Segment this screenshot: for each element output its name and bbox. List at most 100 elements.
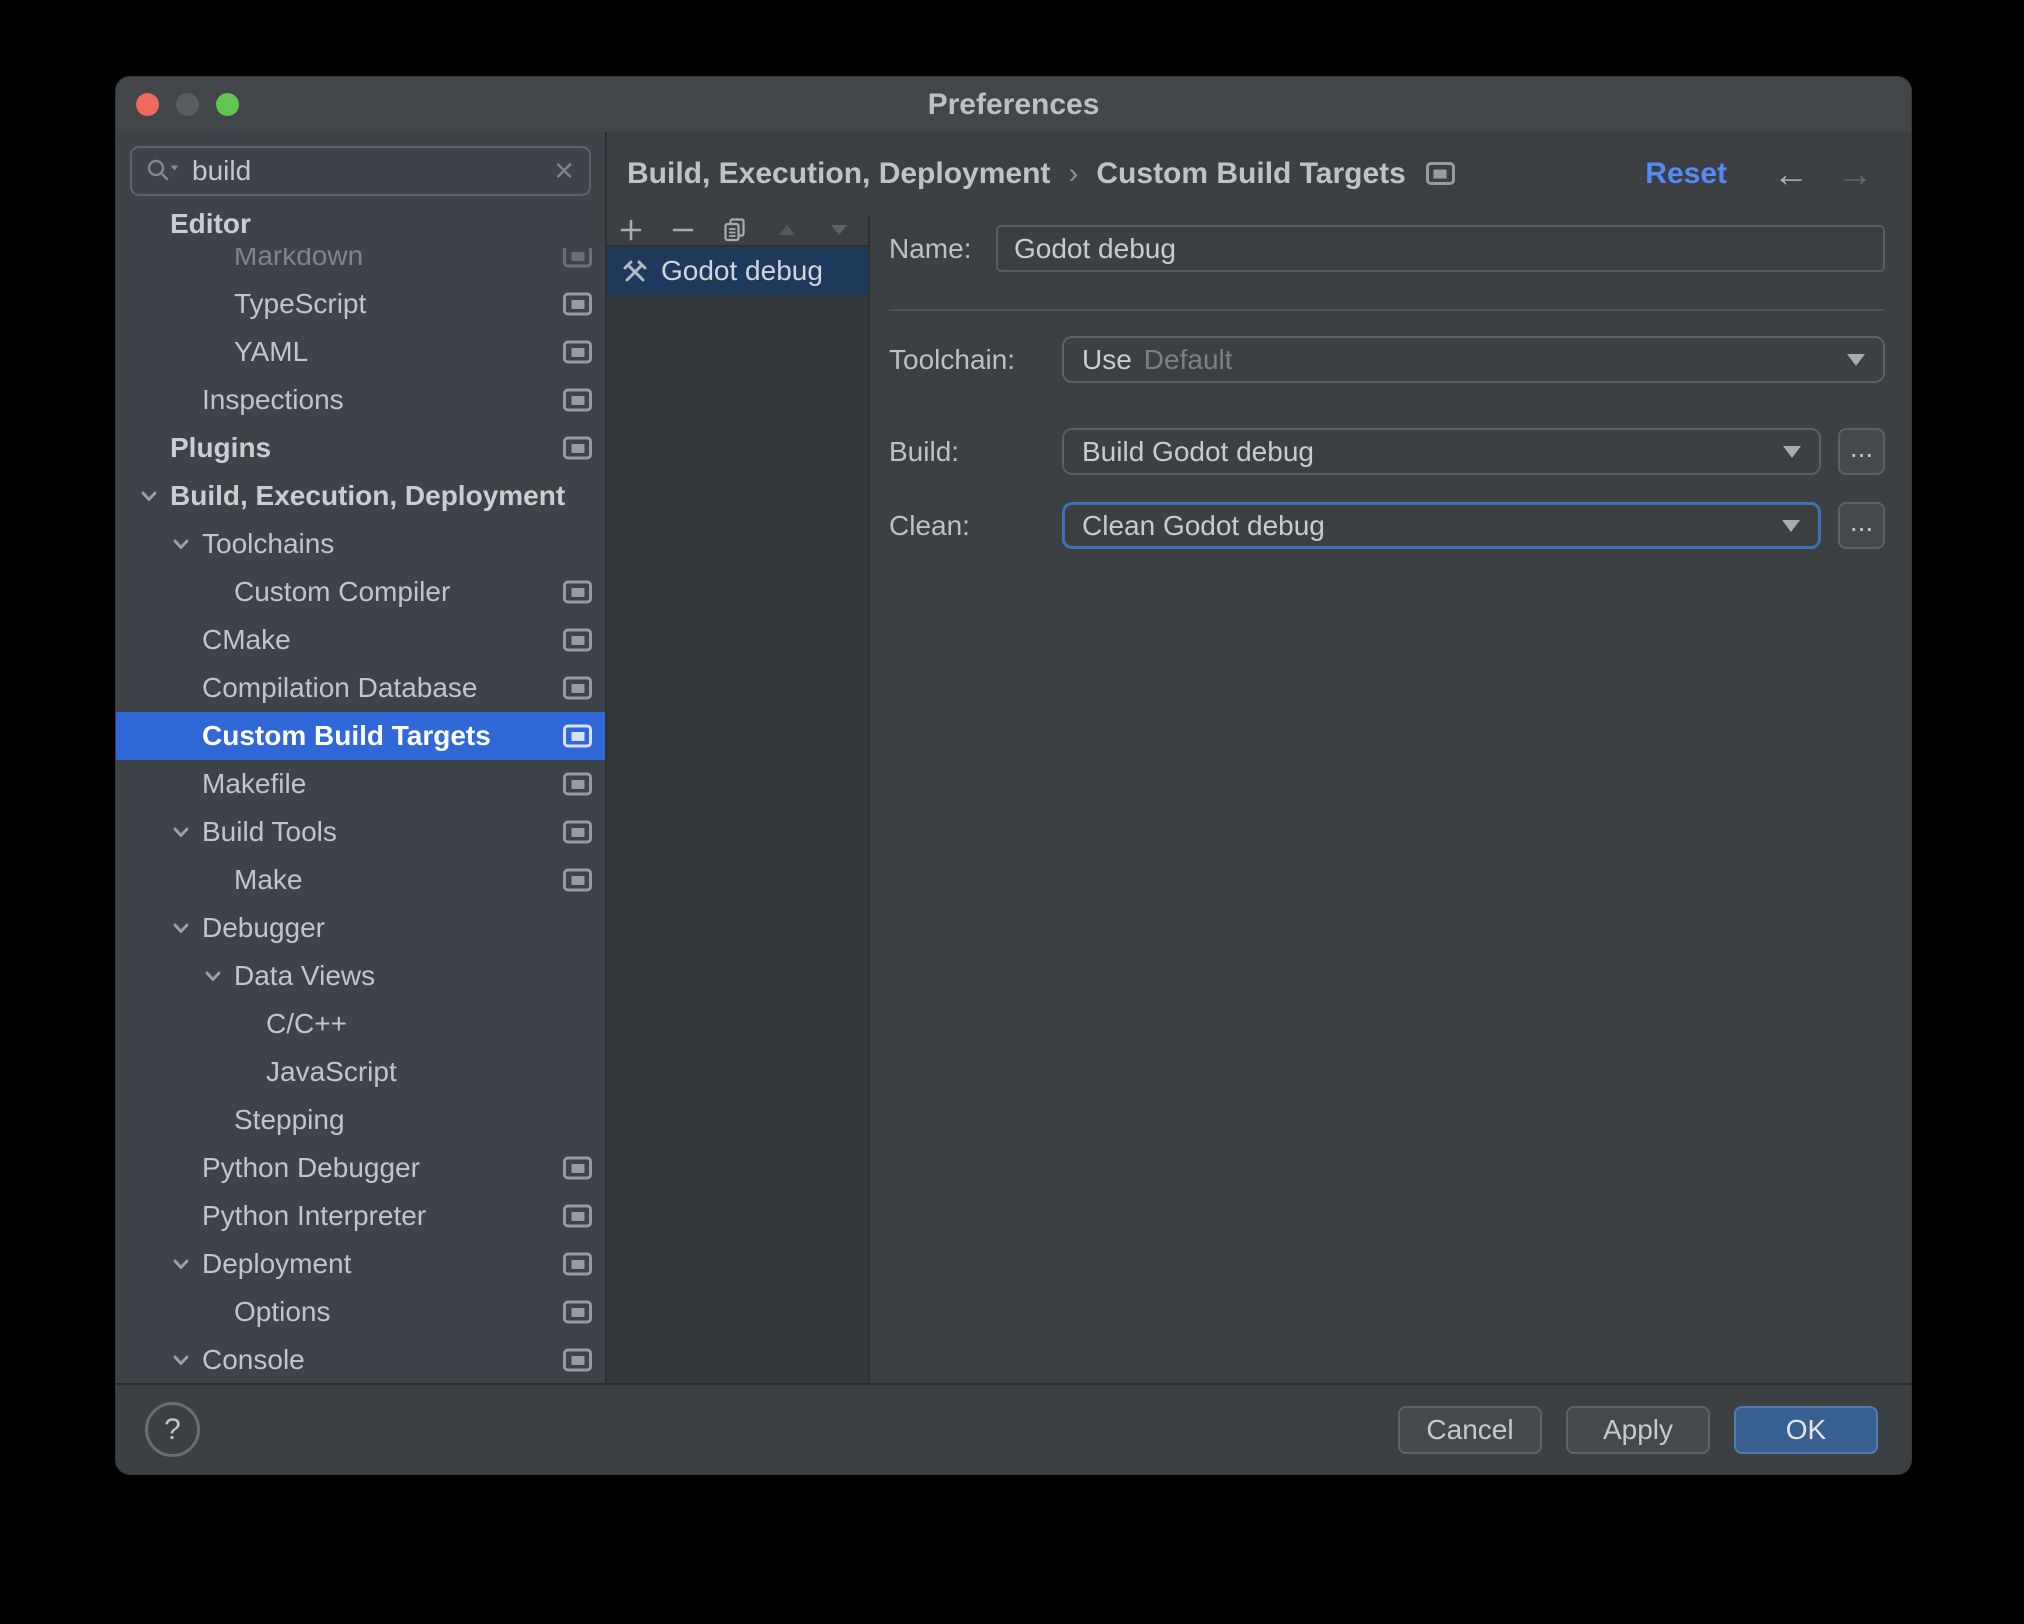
close-window-button[interactable]	[136, 93, 159, 116]
tree-item-debugger[interactable]: Debugger	[116, 904, 605, 952]
settings-header: Build, Execution, Deployment › Custom Bu…	[607, 132, 1911, 215]
modified-settings-icon	[563, 868, 592, 892]
tree-item-c-c[interactable]: C/C++	[116, 1000, 605, 1048]
modified-settings-icon	[563, 1252, 592, 1276]
traffic-lights	[136, 77, 239, 132]
remove-target-button[interactable]	[669, 216, 697, 244]
form-divider	[889, 309, 1885, 311]
chevron-down-icon[interactable]	[168, 1347, 194, 1373]
tree-item-typescript[interactable]: TypeScript	[116, 280, 605, 328]
desktop-background: Preferences build ✕ Editor Markdown TypeSc…	[0, 0, 2024, 1624]
tree-item-label: Stepping	[234, 1104, 345, 1135]
name-input[interactable]: Godot debug	[996, 225, 1885, 272]
tree-item-console[interactable]: Console	[116, 1336, 605, 1383]
add-target-button[interactable]	[617, 216, 645, 244]
tree-item-label: JavaScript	[266, 1056, 397, 1087]
chevron-down-icon[interactable]	[136, 483, 162, 509]
zoom-window-button[interactable]	[216, 93, 239, 116]
modified-settings-icon	[563, 772, 592, 796]
toolchain-row: Toolchain: Use Default	[889, 336, 1885, 383]
tree-item-javascript[interactable]: JavaScript	[116, 1048, 605, 1096]
chevron-down-icon[interactable]	[168, 1251, 194, 1277]
name-label: Name:	[889, 232, 972, 264]
tree-item-label: Console	[202, 1344, 305, 1375]
tree-item-plugins[interactable]: Plugins	[116, 424, 605, 472]
toolchain-label: Toolchain:	[889, 343, 1016, 375]
tree-item-toolchains[interactable]: Toolchains	[116, 520, 605, 568]
tree-item-label: Custom Build Targets	[202, 720, 491, 751]
tree-item-python-interpreter[interactable]: Python Interpreter	[116, 1192, 605, 1240]
build-target-item-godot-debug[interactable]: Godot debug	[607, 247, 868, 295]
tree-item-editor[interactable]: Editor	[116, 200, 605, 248]
chevron-down-icon[interactable]	[200, 963, 226, 989]
build-row: Build: Build Godot debug ...	[889, 428, 1885, 475]
build-target-label: Godot debug	[661, 255, 823, 286]
tree-item-compilation-database[interactable]: Compilation Database	[116, 664, 605, 712]
tree-item-label: Python Interpreter	[202, 1200, 427, 1231]
toolchain-select[interactable]: Use Default	[1062, 336, 1885, 383]
tree-item-custom-build-targets[interactable]: Custom Build Targets	[116, 712, 605, 760]
build-select[interactable]: Build Godot debug	[1062, 428, 1821, 475]
window-title: Preferences	[927, 87, 1100, 121]
tree-item-label: C/C++	[266, 1008, 347, 1039]
settings-detail-area: Build, Execution, Deployment › Custom Bu…	[607, 132, 1911, 1383]
chevron-down-icon[interactable]	[168, 819, 194, 845]
settings-search-input[interactable]: build ✕	[130, 146, 591, 196]
help-icon: ?	[164, 1412, 181, 1446]
back-arrow-icon[interactable]: ←	[1773, 155, 1809, 192]
clear-search-icon[interactable]: ✕	[553, 158, 575, 184]
tree-item-label: Python Debugger	[202, 1152, 420, 1183]
tree-item-data-views[interactable]: Data Views	[116, 952, 605, 1000]
tree-item-deployment[interactable]: Deployment	[116, 1240, 605, 1288]
tree-item-label: Options	[234, 1296, 331, 1327]
tree-item-makefile[interactable]: Makefile	[116, 760, 605, 808]
build-targets-toolbar	[607, 215, 868, 247]
modified-settings-icon	[1425, 162, 1455, 185]
help-button[interactable]: ?	[145, 1402, 200, 1457]
modified-settings-icon	[563, 340, 592, 364]
tree-item-build-execution-deployment[interactable]: Build, Execution, Deployment	[116, 472, 605, 520]
modified-settings-icon	[563, 436, 592, 460]
tree-item-label: Build Tools	[202, 816, 337, 847]
copy-target-button[interactable]	[721, 216, 749, 244]
modified-settings-icon	[563, 820, 592, 844]
breadcrumb-current: Custom Build Targets	[1096, 156, 1406, 190]
chevron-down-icon	[1847, 353, 1865, 366]
apply-button[interactable]: Apply	[1566, 1405, 1710, 1454]
tree-item-yaml[interactable]: YAML	[116, 328, 605, 376]
reset-link[interactable]: Reset	[1645, 157, 1727, 191]
breadcrumb-parent[interactable]: Build, Execution, Deployment	[627, 157, 1050, 191]
search-query-text: build	[192, 155, 252, 186]
clean-label: Clean:	[889, 509, 970, 541]
tree-item-label: Data Views	[234, 960, 376, 991]
tree-item-stepping[interactable]: Stepping	[116, 1096, 605, 1144]
build-targets-list-panel: Godot debug	[607, 215, 870, 1383]
modified-settings-icon	[563, 1204, 592, 1228]
ok-button[interactable]: OK	[1734, 1405, 1878, 1454]
modified-settings-icon	[563, 676, 592, 700]
tree-item-cmake[interactable]: CMake	[116, 616, 605, 664]
tree-item-inspections[interactable]: Inspections	[116, 376, 605, 424]
tree-item-label: Compilation Database	[202, 672, 478, 703]
breadcrumb-separator: ›	[1068, 156, 1079, 190]
tree-item-label: Debugger	[202, 912, 325, 943]
tree-item-build-tools[interactable]: Build Tools	[116, 808, 605, 856]
settings-tree-panel: build ✕ Editor Markdown TypeScript YAML Insp…	[116, 132, 607, 1383]
cancel-button[interactable]: Cancel	[1398, 1405, 1542, 1454]
move-down-button	[825, 216, 853, 244]
build-more-button[interactable]: ...	[1838, 428, 1885, 475]
tree-item-make[interactable]: Make	[116, 856, 605, 904]
settings-tree: Editor Markdown TypeScript YAML Inspections P…	[116, 196, 605, 1383]
tree-item-custom-compiler[interactable]: Custom Compiler	[116, 568, 605, 616]
tree-item-python-debugger[interactable]: Python Debugger	[116, 1144, 605, 1192]
tree-item-label: Custom Compiler	[234, 576, 451, 607]
chevron-down-icon[interactable]	[168, 531, 194, 557]
tree-item-options[interactable]: Options	[116, 1288, 605, 1336]
tree-item-label: Deployment	[202, 1248, 352, 1279]
clean-select[interactable]: Clean Godot debug	[1062, 502, 1821, 549]
clean-row: Clean: Clean Godot debug ...	[889, 502, 1885, 549]
tree-item-label: Build, Execution, Deployment	[170, 480, 566, 511]
modified-settings-icon	[563, 628, 592, 652]
chevron-down-icon[interactable]	[168, 915, 194, 941]
clean-more-button[interactable]: ...	[1838, 502, 1885, 549]
